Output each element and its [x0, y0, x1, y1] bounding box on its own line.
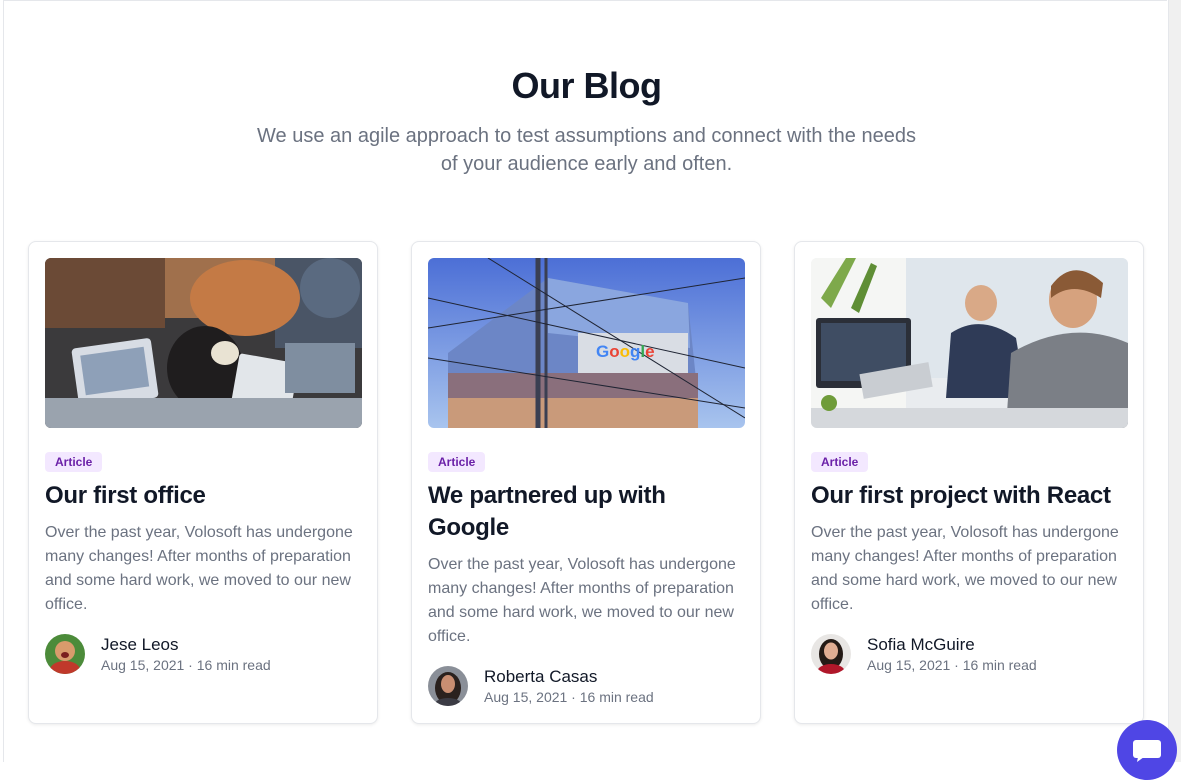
author-info: Jese Leos Aug 15, 2021 · 16 min read [45, 634, 363, 676]
post-title[interactable]: Our first project with React [811, 480, 1129, 512]
section-title: Our Blog [511, 65, 662, 106]
blog-card[interactable]: Article Our first office Over the past y… [28, 241, 378, 724]
section-subtitle: We use an agile approach to test assumpt… [257, 125, 916, 175]
svg-text:Google: Google [596, 342, 655, 361]
author-info: Roberta Casas Aug 15, 2021 · 16 min read [428, 666, 746, 708]
blog-card[interactable]: Article Our first project with React Ove… [794, 241, 1144, 724]
blog-card[interactable]: Google Article We partnered up with Goog… [411, 241, 761, 724]
category-badge[interactable]: Article [811, 452, 869, 472]
google-building-photo[interactable]: Google [428, 258, 745, 428]
blog-header: Our Blog We use an agile approach to tes… [0, 60, 1173, 178]
developers-photo[interactable] [811, 258, 1128, 428]
category-badge[interactable]: Article [428, 452, 486, 472]
author-name[interactable]: Jese Leos [101, 634, 179, 656]
author-info: Sofia McGuire Aug 15, 2021 · 16 min read [811, 634, 1129, 676]
post-title[interactable]: We partnered up with Google [428, 480, 746, 544]
chat-button[interactable] [1117, 720, 1177, 780]
post-title[interactable]: Our first office [45, 480, 363, 512]
post-excerpt: Over the past year, Volosoft has undergo… [428, 556, 736, 645]
avatar[interactable] [428, 666, 468, 706]
post-meta: Aug 15, 2021 · 16 min read [867, 657, 1037, 673]
avatar[interactable] [811, 634, 851, 674]
avatar[interactable] [45, 634, 85, 674]
category-badge[interactable]: Article [45, 452, 103, 472]
post-excerpt: Over the past year, Volosoft has undergo… [45, 524, 353, 613]
author-name[interactable]: Sofia McGuire [867, 634, 975, 656]
post-excerpt: Over the past year, Volosoft has undergo… [811, 524, 1119, 613]
author-name[interactable]: Roberta Casas [484, 666, 597, 688]
post-meta: Aug 15, 2021 · 16 min read [484, 689, 654, 705]
post-meta: Aug 15, 2021 · 16 min read [101, 657, 271, 673]
office-team-photo[interactable] [45, 258, 362, 428]
chat-icon [1132, 720, 1162, 767]
